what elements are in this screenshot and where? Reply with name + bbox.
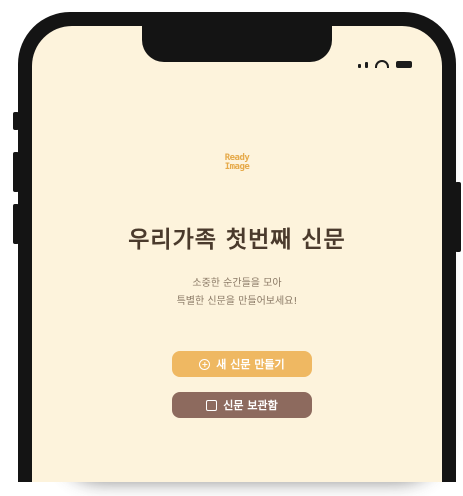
save-icon bbox=[206, 399, 218, 411]
wifi-icon bbox=[375, 60, 389, 68]
new-newspaper-label: 새 신문 만들기 bbox=[216, 358, 285, 371]
phone-frame: Ready Image 우리가족 첫번째 신문 소중한 순간들을 모아 특별한 … bbox=[13, 12, 461, 482]
subtitle-line-2: 특별한 신문을 만들어보세요! bbox=[176, 296, 298, 307]
status-bar bbox=[358, 60, 412, 68]
phone-power-button bbox=[455, 182, 461, 252]
phone-volume-up bbox=[13, 152, 19, 192]
saved-newspapers-label: 신문 보관함 bbox=[223, 399, 278, 412]
signal-icon bbox=[358, 64, 361, 68]
app-logo: Ready Image bbox=[207, 154, 267, 172]
phone-notch bbox=[142, 26, 332, 62]
signal-icon-bar bbox=[365, 62, 368, 68]
plus-circle-icon: + bbox=[199, 358, 211, 370]
logo-line-2: Image bbox=[224, 162, 250, 172]
page-title: 우리가족 첫번째 신문 bbox=[128, 227, 346, 253]
saved-newspapers-button[interactable]: 신문 보관함 bbox=[172, 392, 312, 418]
stage: Ready Image 우리가족 첫번째 신문 소중한 순간들을 모아 특별한 … bbox=[0, 0, 463, 496]
phone-silent-switch bbox=[13, 112, 19, 130]
new-newspaper-button[interactable]: + 새 신문 만들기 bbox=[172, 351, 312, 377]
subtitle-line-1: 소중한 순간들을 모아 bbox=[192, 278, 282, 289]
battery-icon bbox=[396, 61, 412, 68]
phone-volume-down bbox=[13, 204, 19, 244]
app-screen: Ready Image 우리가족 첫번째 신문 소중한 순간들을 모아 특별한 … bbox=[32, 26, 442, 482]
